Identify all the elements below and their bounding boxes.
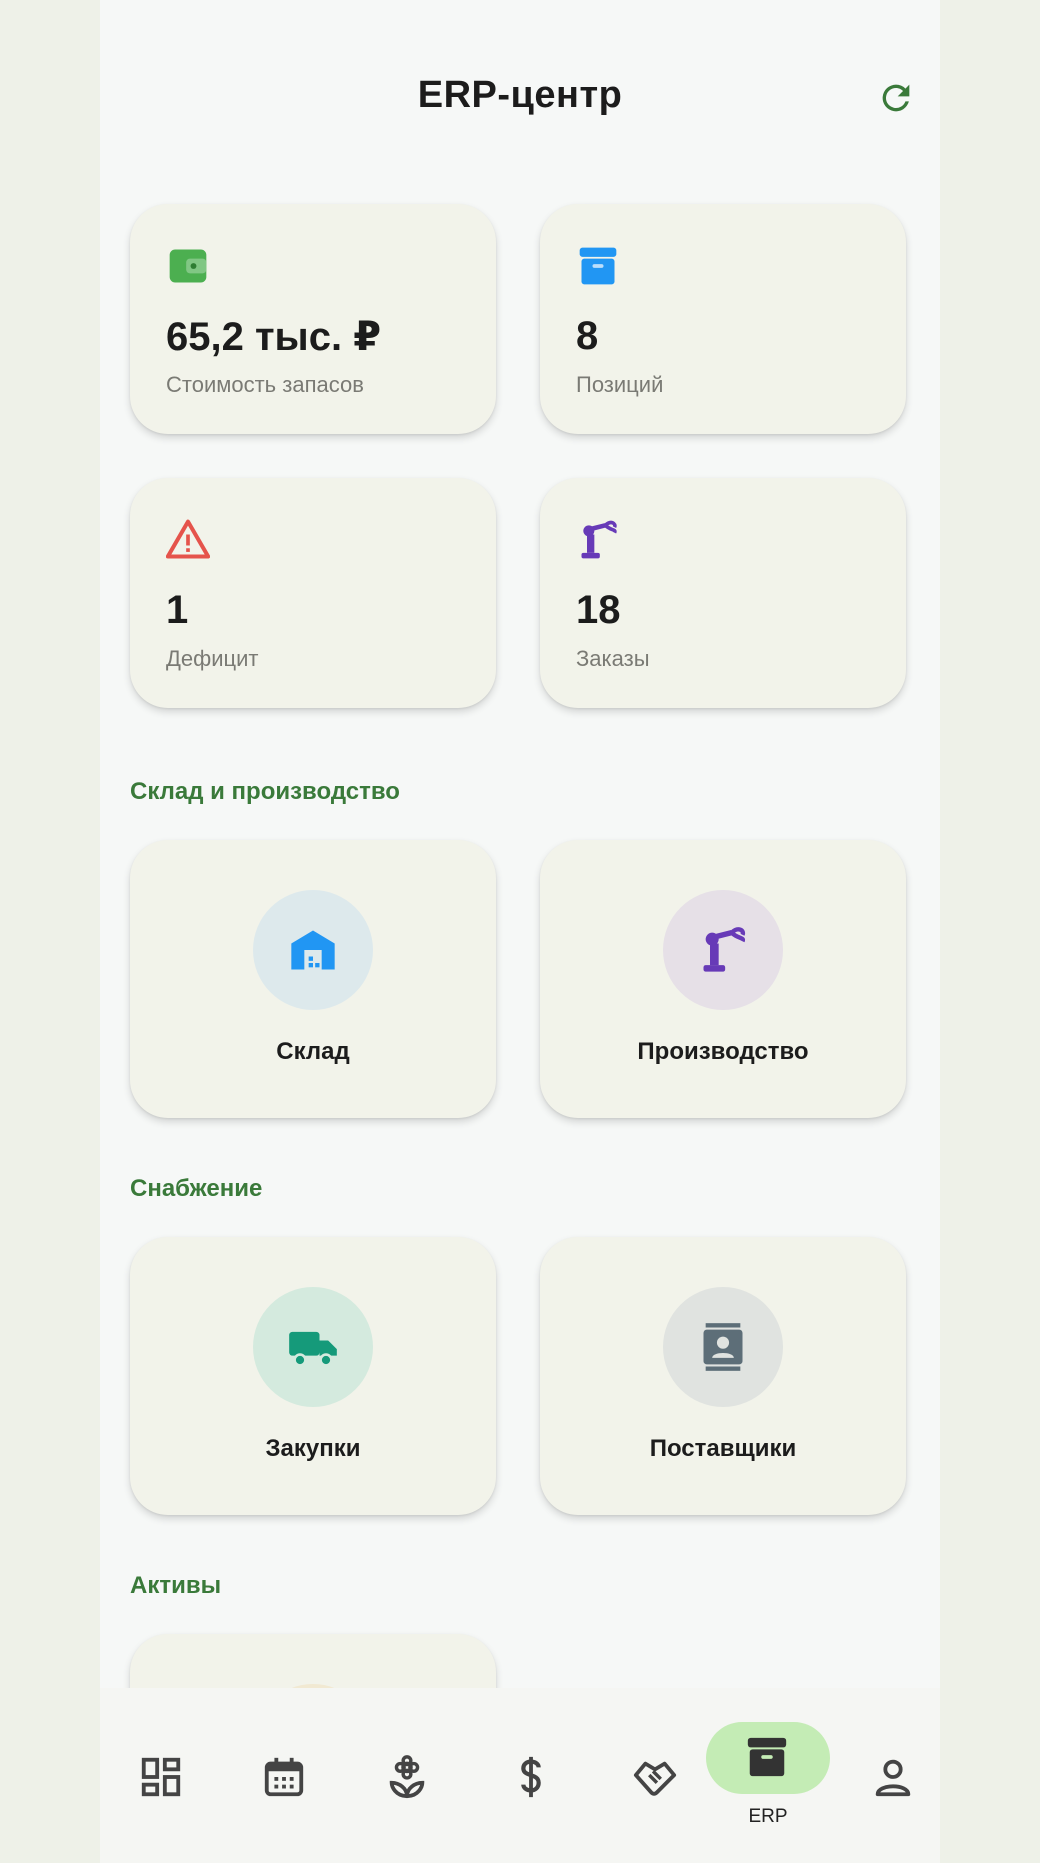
handshake-icon bbox=[633, 1761, 677, 1796]
tile-icon-circle bbox=[253, 890, 373, 1010]
page-title: ERP-центр bbox=[417, 74, 623, 116]
nav-partners[interactable] bbox=[594, 1688, 714, 1863]
warning-icon bbox=[166, 519, 210, 559]
refresh-icon[interactable] bbox=[876, 78, 916, 118]
archive-icon bbox=[747, 1737, 787, 1777]
dollar-icon bbox=[521, 1756, 541, 1798]
contacts-icon bbox=[703, 1323, 743, 1371]
stat-label: Позиций bbox=[576, 372, 664, 397]
nav-erp[interactable]: ERP bbox=[706, 1688, 830, 1863]
tile-purchases[interactable]: Закупки bbox=[130, 1237, 496, 1515]
person-icon bbox=[875, 1759, 911, 1797]
bottom-navigation: ERP bbox=[100, 1688, 940, 1863]
tile-label: Склад bbox=[276, 1038, 350, 1065]
stat-card-orders[interactable]: 18 Заказы bbox=[540, 478, 906, 708]
dashboard-icon bbox=[141, 1757, 181, 1797]
truck-icon bbox=[289, 1331, 337, 1367]
section-title-warehouse-production: Склад и производство bbox=[130, 778, 400, 805]
nav-calendar[interactable] bbox=[223, 1688, 343, 1863]
stat-label: Заказы bbox=[576, 646, 650, 671]
nav-finance[interactable] bbox=[470, 1688, 590, 1863]
app-screen: ERP-центр 65,2 тыс. ₽ Стоимость запасов … bbox=[100, 0, 940, 1863]
stat-card-shortage[interactable]: 1 Дефицит bbox=[130, 478, 496, 708]
top-bar: ERP-центр bbox=[100, 0, 940, 200]
stat-card-positions[interactable]: 8 Позиций bbox=[540, 204, 906, 434]
stat-label: Стоимость запасов bbox=[166, 372, 364, 397]
tile-warehouse[interactable]: Склад bbox=[130, 840, 496, 1118]
section-title-supply: Снабжение bbox=[130, 1175, 263, 1202]
stat-value: 1 bbox=[166, 588, 189, 632]
stat-label: Дефицит bbox=[166, 646, 259, 671]
tile-label: Закупки bbox=[265, 1435, 361, 1462]
calendar-icon bbox=[264, 1757, 304, 1797]
nav-profile[interactable] bbox=[832, 1688, 940, 1863]
tile-label: Производство bbox=[637, 1038, 809, 1065]
nav-dashboard[interactable] bbox=[100, 1688, 220, 1863]
tile-icon-circle bbox=[663, 890, 783, 1010]
tile-icon-circle bbox=[253, 1287, 373, 1407]
robot-arm-icon bbox=[703, 927, 746, 972]
tile-label: Поставщики bbox=[649, 1435, 797, 1462]
stat-value: 65,2 тыс. ₽ bbox=[166, 315, 382, 359]
flower-icon bbox=[389, 1755, 425, 1799]
stat-card-inventory-value[interactable]: 65,2 тыс. ₽ Стоимость запасов bbox=[130, 204, 496, 434]
stat-value: 8 bbox=[576, 314, 599, 358]
archive-icon bbox=[579, 247, 617, 285]
section-title-assets: Активы bbox=[130, 1572, 222, 1599]
nav-erp-label: ERP bbox=[748, 1806, 788, 1827]
tile-icon-circle bbox=[663, 1287, 783, 1407]
tile-suppliers[interactable]: Поставщики bbox=[540, 1237, 906, 1515]
tile-production[interactable]: Производство bbox=[540, 840, 906, 1118]
wallet-icon bbox=[169, 249, 207, 283]
robot-arm-icon bbox=[581, 520, 617, 559]
nav-plants[interactable] bbox=[346, 1688, 466, 1863]
stat-value: 18 bbox=[576, 588, 621, 632]
warehouse-icon bbox=[291, 930, 335, 970]
